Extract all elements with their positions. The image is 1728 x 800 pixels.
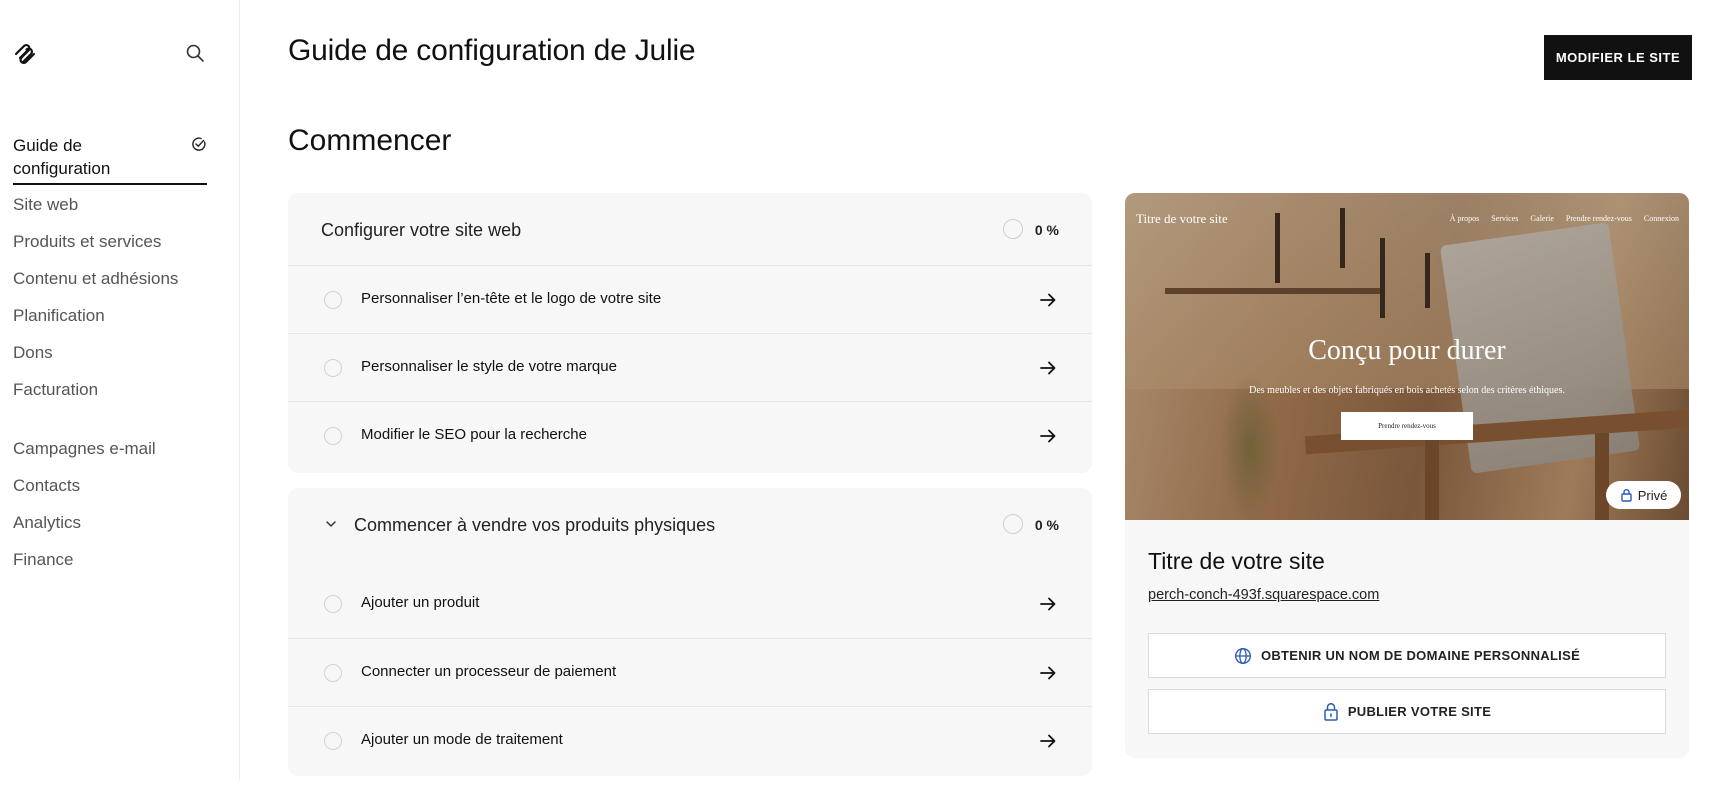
task-row[interactable]: Ajouter un mode de traitement: [288, 706, 1092, 774]
task-row[interactable]: Connecter un processeur de paiement: [288, 638, 1092, 706]
task-label: Personnaliser le style de votre marque: [361, 358, 617, 375]
arrow-right-icon[interactable]: [1038, 358, 1058, 378]
sidebar-item-products[interactable]: Produits et services: [13, 231, 161, 253]
sidebar-item-label: Guide de configuration: [13, 136, 111, 178]
task-label: Ajouter un produit: [361, 594, 480, 611]
preview-site-name: Titre de votre site: [1136, 211, 1228, 226]
progress-ring-icon: [1003, 514, 1023, 534]
sidebar-item-invoicing[interactable]: Facturation: [13, 379, 98, 401]
task-status-circle-icon: [324, 291, 342, 309]
sidebar-item-website[interactable]: Site web: [13, 194, 78, 216]
task-status-circle-icon: [324, 359, 342, 377]
card-header[interactable]: Configurer votre site web 0 %: [288, 193, 1092, 265]
arrow-right-icon[interactable]: [1038, 426, 1058, 446]
button-label: PUBLIER VOTRE SITE: [1347, 704, 1492, 719]
lock-icon: [1620, 489, 1632, 502]
task-status-circle-icon: [324, 664, 342, 682]
preview-nav-item: Services: [1491, 214, 1519, 223]
task-row[interactable]: Personnaliser le style de votre marque: [288, 333, 1092, 401]
sidebar-item-content[interactable]: Contenu et adhésions: [13, 268, 178, 290]
setup-card-sell-products: Commencer à vendre vos produits physique…: [288, 488, 1092, 776]
sidebar: Guide de configuration Site web Produits…: [0, 0, 240, 780]
globe-icon: [1234, 647, 1251, 664]
sidebar-item-setup-guide[interactable]: Guide de configuration: [13, 134, 207, 185]
card-header[interactable]: Commencer à vendre vos produits physique…: [288, 488, 1092, 570]
site-preview-card: Titre de votre site À propos Services Ga…: [1125, 193, 1689, 758]
task-row[interactable]: Modifier le SEO pour la recherche: [288, 401, 1092, 469]
progress-percent: 0 %: [1034, 222, 1059, 238]
sidebar-item-donations[interactable]: Dons: [13, 342, 53, 364]
edit-site-button[interactable]: MODIFIER LE SITE: [1544, 35, 1692, 80]
chevron-down-icon[interactable]: [324, 517, 338, 531]
task-row[interactable]: Ajouter un produit: [288, 570, 1092, 638]
sidebar-item-contacts[interactable]: Contacts: [13, 475, 80, 497]
private-badge-label: Privé: [1637, 487, 1668, 503]
sidebar-item-finance[interactable]: Finance: [13, 549, 73, 571]
sidebar-item-analytics[interactable]: Analytics: [13, 512, 81, 534]
squarespace-logo-icon[interactable]: [12, 41, 38, 67]
site-url-link[interactable]: perch-conch-493f.squarespace.com: [1148, 587, 1379, 603]
sidebar-item-email-campaigns[interactable]: Campagnes e-mail: [13, 438, 156, 460]
arrow-right-icon[interactable]: [1038, 663, 1058, 683]
arrow-right-icon[interactable]: [1038, 731, 1058, 751]
preview-headline: Conçu pour durer: [1308, 335, 1506, 366]
page-title: Guide de configuration de Julie: [288, 34, 696, 67]
task-label: Personnaliser l’en-tête et le logo de vo…: [361, 290, 662, 307]
preview-nav-item: Prendre rendez-vous: [1565, 214, 1632, 223]
private-badge[interactable]: Privé: [1606, 481, 1681, 509]
section-title: Commencer: [288, 124, 452, 157]
progress-check-icon: [191, 136, 207, 152]
arrow-right-icon[interactable]: [1038, 290, 1058, 310]
task-status-circle-icon: [324, 595, 342, 613]
progress-ring-icon: [1003, 219, 1023, 239]
sidebar-item-scheduling[interactable]: Planification: [13, 305, 105, 327]
task-label: Modifier le SEO pour la recherche: [361, 426, 587, 443]
progress-percent: 0 %: [1034, 517, 1059, 533]
preview-subtext: Des meubles et des objets fabriqués en b…: [1249, 385, 1565, 396]
task-row[interactable]: Personnaliser l’en-tête et le logo de vo…: [288, 265, 1092, 333]
publish-site-button[interactable]: PUBLIER VOTRE SITE: [1148, 689, 1666, 734]
site-preview-image[interactable]: Titre de votre site À propos Services Ga…: [1125, 193, 1689, 520]
preview-nav: À propos Services Galerie Prendre rendez…: [1450, 214, 1679, 223]
setup-card-website: Configurer votre site web 0 % Personnali…: [288, 193, 1092, 473]
task-label: Connecter un processeur de paiement: [361, 663, 617, 680]
task-status-circle-icon: [324, 732, 342, 750]
preview-site-title: Titre de votre site: [1148, 548, 1325, 574]
preview-nav-item: Connexion: [1643, 214, 1679, 223]
card-title: Configurer votre site web: [321, 220, 522, 240]
preview-nav-item: À propos: [1449, 214, 1480, 223]
lock-icon: [1324, 702, 1338, 721]
button-label: OBTENIR UN NOM DE DOMAINE PERSONNALISÉ: [1260, 648, 1581, 663]
search-icon[interactable]: [184, 42, 206, 64]
card-title: Commencer à vendre vos produits physique…: [354, 515, 716, 535]
task-status-circle-icon: [324, 427, 342, 445]
preview-nav-item: Galerie: [1530, 214, 1554, 223]
task-label: Ajouter un mode de traitement: [361, 731, 563, 748]
preview-cta-button: Prendre rendez-vous: [1341, 412, 1473, 440]
get-custom-domain-button[interactable]: OBTENIR UN NOM DE DOMAINE PERSONNALISÉ: [1148, 633, 1666, 678]
arrow-right-icon[interactable]: [1038, 594, 1058, 614]
